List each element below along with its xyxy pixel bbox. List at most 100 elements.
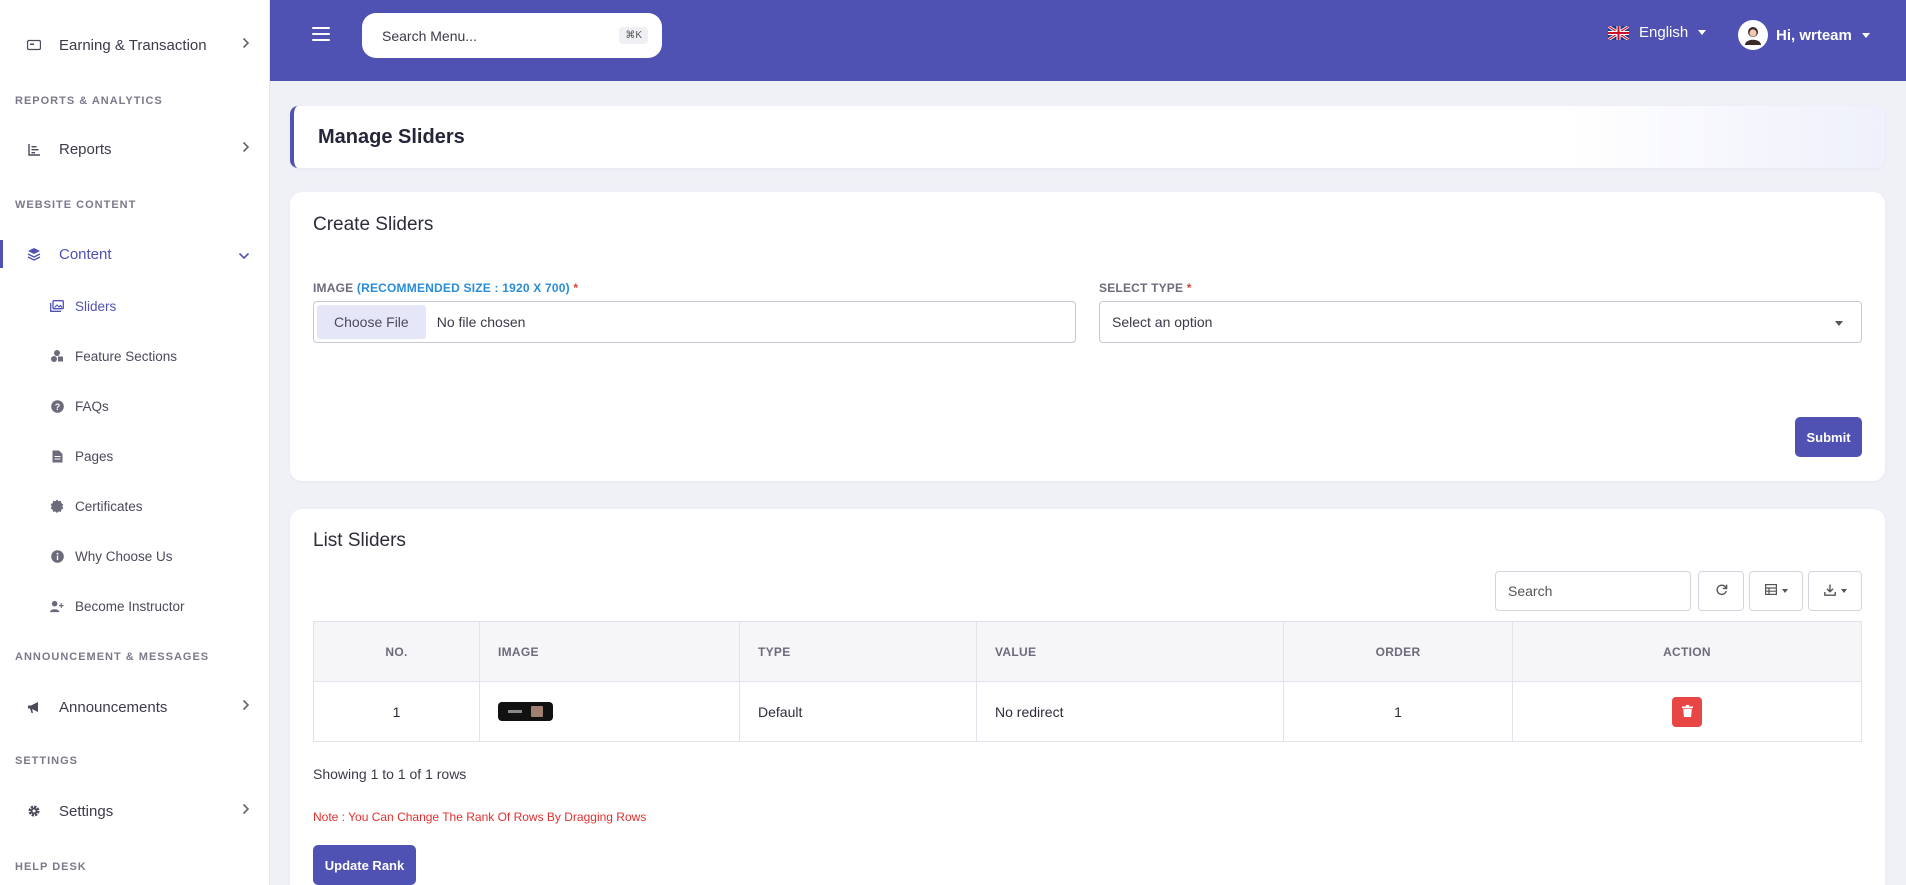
file-icon <box>50 449 64 463</box>
sidebar-item-label: Earning & Transaction <box>59 36 207 54</box>
uk-flag-icon <box>1608 25 1629 40</box>
sidebar-subitem-become-instructor[interactable]: Become Instructor <box>0 589 269 623</box>
search-menu-input[interactable]: Search Menu... ⌘K <box>362 13 662 58</box>
sidebar-subitem-sliders[interactable]: Sliders <box>0 289 269 323</box>
sidebar-item-label: Reports <box>59 140 112 158</box>
user-plus-icon <box>50 599 64 613</box>
columns-toggle-button[interactable] <box>1749 571 1803 611</box>
table-row[interactable]: 1 Default No redirect 1 <box>314 682 1861 741</box>
image-file-input[interactable]: Choose File No file chosen <box>313 301 1076 343</box>
sidebar-item-announcements[interactable]: Announcements <box>0 687 269 727</box>
cell-action <box>1513 682 1861 741</box>
pagination-info: Showing 1 to 1 of 1 rows <box>313 766 467 782</box>
cell-order: 1 <box>1284 682 1513 741</box>
sidebar-subitem-why-choose-us[interactable]: Why Choose Us <box>0 539 269 573</box>
topbar: Search Menu... ⌘K English Hi, wrteam <box>270 0 1906 81</box>
column-header-image[interactable]: IMAGE <box>480 622 740 681</box>
chart-icon <box>26 141 42 157</box>
avatar <box>1738 20 1768 50</box>
column-header-order[interactable]: ORDER <box>1284 622 1513 681</box>
sidebar-subitem-label: Why Choose Us <box>75 548 173 564</box>
cell-image <box>480 682 740 741</box>
type-field-label: SELECT TYPE * <box>1099 281 1192 295</box>
sidebar-subitem-label: Feature Sections <box>75 348 178 364</box>
delete-button[interactable] <box>1672 696 1702 727</box>
images-icon <box>50 299 64 313</box>
page-title: Manage Sliders <box>290 106 1885 168</box>
shapes-icon <box>50 349 64 363</box>
column-header-no[interactable]: NO. <box>314 622 480 681</box>
refresh-button[interactable] <box>1698 571 1744 611</box>
image-field-label: IMAGE (RECOMMENDED SIZE : 1920 X 700) * <box>313 281 578 295</box>
cell-value: No redirect <box>977 682 1284 741</box>
sidebar-subitem-label: FAQs <box>75 398 109 414</box>
create-sliders-card: Create Sliders IMAGE (RECOMMENDED SIZE :… <box>290 192 1885 481</box>
refresh-icon <box>1715 583 1728 599</box>
column-header-action: ACTION <box>1663 644 1711 659</box>
sidebar-subitem-pages[interactable]: Pages <box>0 439 269 473</box>
list-sliders-title: List Sliders <box>313 530 406 551</box>
language-label: English <box>1639 24 1689 41</box>
sidebar: Earning & Transaction REPORTS & ANALYTIC… <box>0 0 270 885</box>
select-type-dropdown[interactable]: Select an option <box>1099 301 1862 343</box>
user-greeting: Hi, wrteam <box>1776 26 1852 44</box>
slider-thumbnail[interactable] <box>498 702 553 721</box>
trash-icon <box>1681 704 1693 720</box>
sidebar-item-label: Settings <box>59 802 114 820</box>
svg-text:?: ? <box>54 402 60 412</box>
caret-down-icon <box>1840 589 1847 593</box>
money-icon <box>26 37 42 53</box>
table-search-placeholder: Search <box>1508 583 1553 599</box>
submit-button[interactable]: Submit <box>1795 417 1862 457</box>
sidebar-heading-help-desk: HELP DESK <box>15 861 87 873</box>
export-button[interactable] <box>1808 571 1862 611</box>
search-menu-placeholder: Search Menu... <box>382 27 477 44</box>
certificate-icon <box>50 499 64 513</box>
layers-icon <box>26 246 42 262</box>
info-icon <box>50 549 64 563</box>
sidebar-subitem-faqs[interactable]: ? FAQs <box>0 389 269 423</box>
image-label-text: IMAGE <box>313 281 354 295</box>
caret-down-icon <box>1698 30 1707 35</box>
list-sliders-card: List Sliders Search NO. IMAGE TYPE VALUE… <box>290 509 1885 885</box>
chevron-right-icon <box>242 803 250 818</box>
sidebar-item-earning-transaction[interactable]: Earning & Transaction <box>0 25 269 65</box>
download-icon <box>1823 584 1836 599</box>
sidebar-subitem-certificates[interactable]: Certificates <box>0 489 269 523</box>
select-type-placeholder: Select an option <box>1112 314 1213 330</box>
column-header-type[interactable]: TYPE <box>740 622 977 681</box>
menu-toggle-icon[interactable] <box>312 27 330 41</box>
caret-down-icon <box>1781 589 1788 593</box>
drag-rank-note: Note : You Can Change The Rank Of Rows B… <box>313 810 647 824</box>
sidebar-subitem-label: Certificates <box>75 498 143 514</box>
table-search-input[interactable]: Search <box>1495 571 1691 611</box>
sidebar-item-settings[interactable]: Settings <box>0 791 269 831</box>
question-icon: ? <box>50 399 64 413</box>
sidebar-item-content[interactable]: Content <box>0 234 269 274</box>
column-header-value[interactable]: VALUE <box>977 622 1284 681</box>
user-menu[interactable]: Hi, wrteam <box>1738 20 1870 50</box>
sidebar-item-reports[interactable]: Reports <box>0 129 269 169</box>
choose-file-button[interactable]: Choose File <box>317 305 426 339</box>
sliders-table: NO. IMAGE TYPE VALUE ORDER ACTION 1 Defa… <box>313 621 1862 742</box>
chevron-down-icon <box>238 248 250 263</box>
table-icon <box>1764 584 1777 598</box>
sidebar-subitem-feature-sections[interactable]: Feature Sections <box>0 339 269 373</box>
shortcut-badge: ⌘K <box>619 27 648 44</box>
megaphone-icon <box>26 699 42 715</box>
language-dropdown[interactable]: English <box>1608 24 1707 41</box>
update-rank-button[interactable]: Update Rank <box>313 845 416 885</box>
sidebar-heading-reports: REPORTS & ANALYTICS <box>15 95 163 107</box>
image-size-hint: (RECOMMENDED SIZE : 1920 X 700) <box>356 281 570 295</box>
gear-icon <box>26 803 42 819</box>
sidebar-heading-announcements: ANNOUNCEMENT & MESSAGES <box>15 651 210 663</box>
caret-down-icon <box>1835 321 1843 326</box>
sidebar-subitem-label: Pages <box>75 448 114 464</box>
table-header: NO. IMAGE TYPE VALUE ORDER ACTION <box>314 622 1861 682</box>
sidebar-item-label: Announcements <box>59 698 168 716</box>
required-marker: * <box>1186 281 1192 295</box>
sidebar-item-label: Content <box>59 245 112 263</box>
required-marker: * <box>573 281 579 295</box>
sidebar-heading-website-content: WEBSITE CONTENT <box>15 199 137 211</box>
chevron-right-icon <box>242 141 250 156</box>
